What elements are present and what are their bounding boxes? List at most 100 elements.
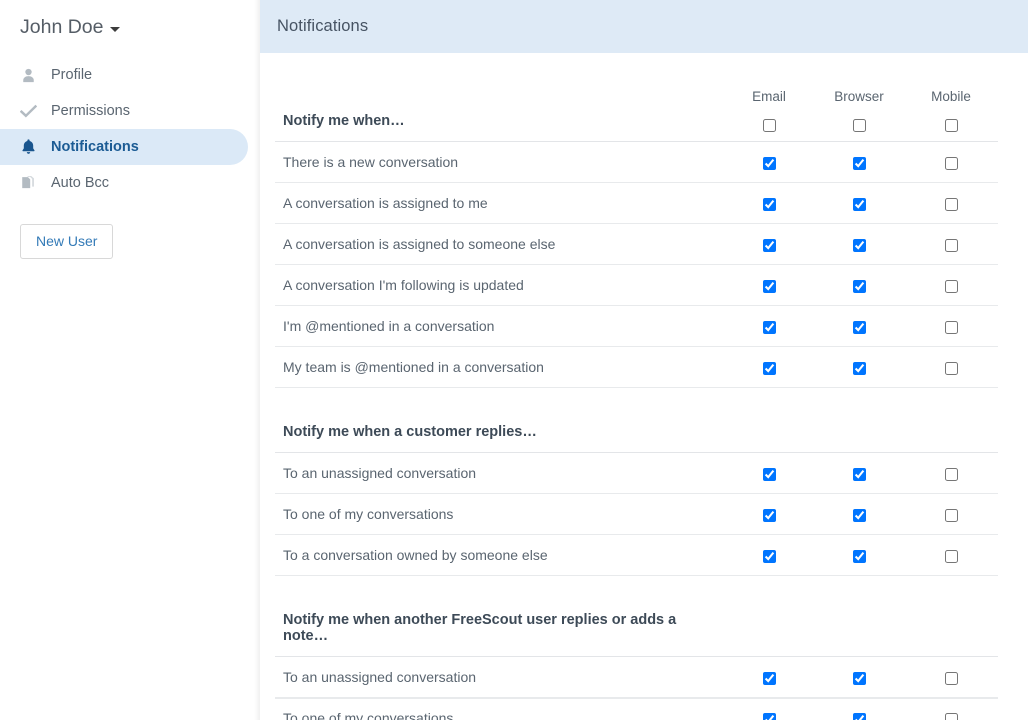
notifications-table: Email Browser Mobile Notify me when…Ther… bbox=[275, 89, 998, 720]
row-mobile-checkbox[interactable] bbox=[945, 468, 958, 481]
row-browser-checkbox[interactable] bbox=[853, 321, 866, 334]
row-label: To a conversation owned by someone else bbox=[275, 535, 724, 576]
checkbox-cell-browser bbox=[814, 453, 904, 494]
row-label: There is a new conversation bbox=[275, 142, 724, 183]
select-all-email-checkbox[interactable] bbox=[763, 119, 776, 132]
table-row: A conversation is assigned to someone el… bbox=[275, 224, 998, 265]
sidebar-item-profile[interactable]: Profile bbox=[0, 57, 248, 93]
checkbox-cell-browser bbox=[814, 698, 904, 720]
table-row: To one of my conversations bbox=[275, 698, 998, 720]
select-all-browser-checkbox[interactable] bbox=[853, 119, 866, 132]
checkbox-cell-mobile bbox=[904, 224, 998, 265]
checkbox-cell-browser bbox=[814, 183, 904, 224]
row-label: I'm @mentioned in a conversation bbox=[275, 306, 724, 347]
section-title: Notify me when… bbox=[275, 108, 724, 142]
row-email-checkbox[interactable] bbox=[763, 509, 776, 522]
row-email-checkbox[interactable] bbox=[763, 468, 776, 481]
checkbox-cell-mobile bbox=[904, 453, 998, 494]
row-browser-checkbox[interactable] bbox=[853, 362, 866, 375]
row-email-checkbox[interactable] bbox=[763, 280, 776, 293]
row-email-checkbox[interactable] bbox=[763, 198, 776, 211]
table-row: To a conversation owned by someone else bbox=[275, 535, 998, 576]
sidebar: John Doe Profile bbox=[0, 0, 260, 720]
row-mobile-checkbox[interactable] bbox=[945, 550, 958, 563]
row-email-checkbox[interactable] bbox=[763, 321, 776, 334]
table-row: A conversation is assigned to me bbox=[275, 183, 998, 224]
section-header-row: Notify me when another FreeScout user re… bbox=[275, 576, 998, 657]
sidebar-item-auto-bcc[interactable]: Auto Bcc bbox=[0, 165, 248, 201]
new-user-button[interactable]: New User bbox=[20, 224, 113, 259]
checkbox-cell-mobile bbox=[904, 306, 998, 347]
empty-cell bbox=[724, 576, 814, 657]
checkbox-cell-mobile bbox=[904, 142, 998, 183]
row-email-checkbox[interactable] bbox=[763, 713, 776, 720]
row-browser-checkbox[interactable] bbox=[853, 509, 866, 522]
checkbox-cell-mobile bbox=[904, 347, 998, 388]
row-browser-checkbox[interactable] bbox=[853, 280, 866, 293]
checkbox-cell-browser bbox=[814, 265, 904, 306]
row-mobile-checkbox[interactable] bbox=[945, 280, 958, 293]
app-root: John Doe Profile bbox=[0, 0, 1028, 720]
checkbox-cell-browser bbox=[814, 224, 904, 265]
sidebar-item-notifications[interactable]: Notifications bbox=[0, 129, 248, 165]
sidebar-item-label: Permissions bbox=[51, 104, 130, 119]
row-mobile-checkbox[interactable] bbox=[945, 321, 958, 334]
checkbox-cell-email bbox=[724, 224, 814, 265]
row-email-checkbox[interactable] bbox=[763, 239, 776, 252]
checkbox-cell-email bbox=[724, 347, 814, 388]
row-browser-checkbox[interactable] bbox=[853, 550, 866, 563]
section-header-row: Notify me when a customer replies… bbox=[275, 388, 998, 453]
row-email-checkbox[interactable] bbox=[763, 157, 776, 170]
empty-cell bbox=[814, 388, 904, 453]
row-label: A conversation is assigned to someone el… bbox=[275, 224, 724, 265]
checkbox-cell-mobile bbox=[904, 183, 998, 224]
checkbox-cell-email bbox=[724, 494, 814, 535]
row-mobile-checkbox[interactable] bbox=[945, 672, 958, 685]
sidebar-item-label: Auto Bcc bbox=[51, 176, 109, 191]
column-header-email: Email bbox=[724, 89, 814, 108]
row-label: To one of my conversations bbox=[275, 494, 724, 535]
sidebar-item-label: Notifications bbox=[51, 140, 139, 155]
row-email-checkbox[interactable] bbox=[763, 550, 776, 563]
empty-cell bbox=[724, 388, 814, 453]
row-email-checkbox[interactable] bbox=[763, 672, 776, 685]
row-mobile-checkbox[interactable] bbox=[945, 362, 958, 375]
bell-icon bbox=[20, 139, 37, 156]
checkbox-cell-mobile bbox=[904, 108, 998, 142]
user-menu[interactable]: John Doe bbox=[0, 0, 160, 38]
row-browser-checkbox[interactable] bbox=[853, 468, 866, 481]
row-mobile-checkbox[interactable] bbox=[945, 239, 958, 252]
row-browser-checkbox[interactable] bbox=[853, 713, 866, 720]
row-email-checkbox[interactable] bbox=[763, 362, 776, 375]
checkbox-cell-browser bbox=[814, 347, 904, 388]
select-all-mobile-checkbox[interactable] bbox=[945, 119, 958, 132]
checkbox-cell-email bbox=[724, 306, 814, 347]
row-browser-checkbox[interactable] bbox=[853, 157, 866, 170]
row-browser-checkbox[interactable] bbox=[853, 198, 866, 211]
check-icon bbox=[20, 103, 37, 120]
row-label: To an unassigned conversation bbox=[275, 657, 724, 698]
row-browser-checkbox[interactable] bbox=[853, 672, 866, 685]
column-header-browser: Browser bbox=[814, 89, 904, 108]
section-title: Notify me when another FreeScout user re… bbox=[275, 576, 724, 657]
checkbox-cell-email bbox=[724, 698, 814, 720]
notifications-panel: Email Browser Mobile Notify me when…Ther… bbox=[260, 53, 1028, 720]
row-mobile-checkbox[interactable] bbox=[945, 198, 958, 211]
checkbox-cell-email bbox=[724, 183, 814, 224]
row-mobile-checkbox[interactable] bbox=[945, 157, 958, 170]
page-title: Notifications bbox=[277, 17, 368, 36]
checkbox-cell-email bbox=[724, 142, 814, 183]
column-header-row: Email Browser Mobile bbox=[275, 89, 998, 108]
checkbox-cell-browser bbox=[814, 108, 904, 142]
new-user-wrap: New User bbox=[0, 201, 260, 259]
row-mobile-checkbox[interactable] bbox=[945, 509, 958, 522]
row-browser-checkbox[interactable] bbox=[853, 239, 866, 252]
section-header-row: Notify me when… bbox=[275, 108, 998, 142]
row-label: A conversation I'm following is updated bbox=[275, 265, 724, 306]
table-bottom-divider bbox=[275, 698, 998, 699]
checkbox-cell-mobile bbox=[904, 657, 998, 698]
content-area: Notifications Email Browser Mobile Notif… bbox=[260, 0, 1028, 720]
sidebar-item-permissions[interactable]: Permissions bbox=[0, 93, 248, 129]
row-mobile-checkbox[interactable] bbox=[945, 713, 958, 720]
section-title: Notify me when a customer replies… bbox=[275, 388, 724, 453]
